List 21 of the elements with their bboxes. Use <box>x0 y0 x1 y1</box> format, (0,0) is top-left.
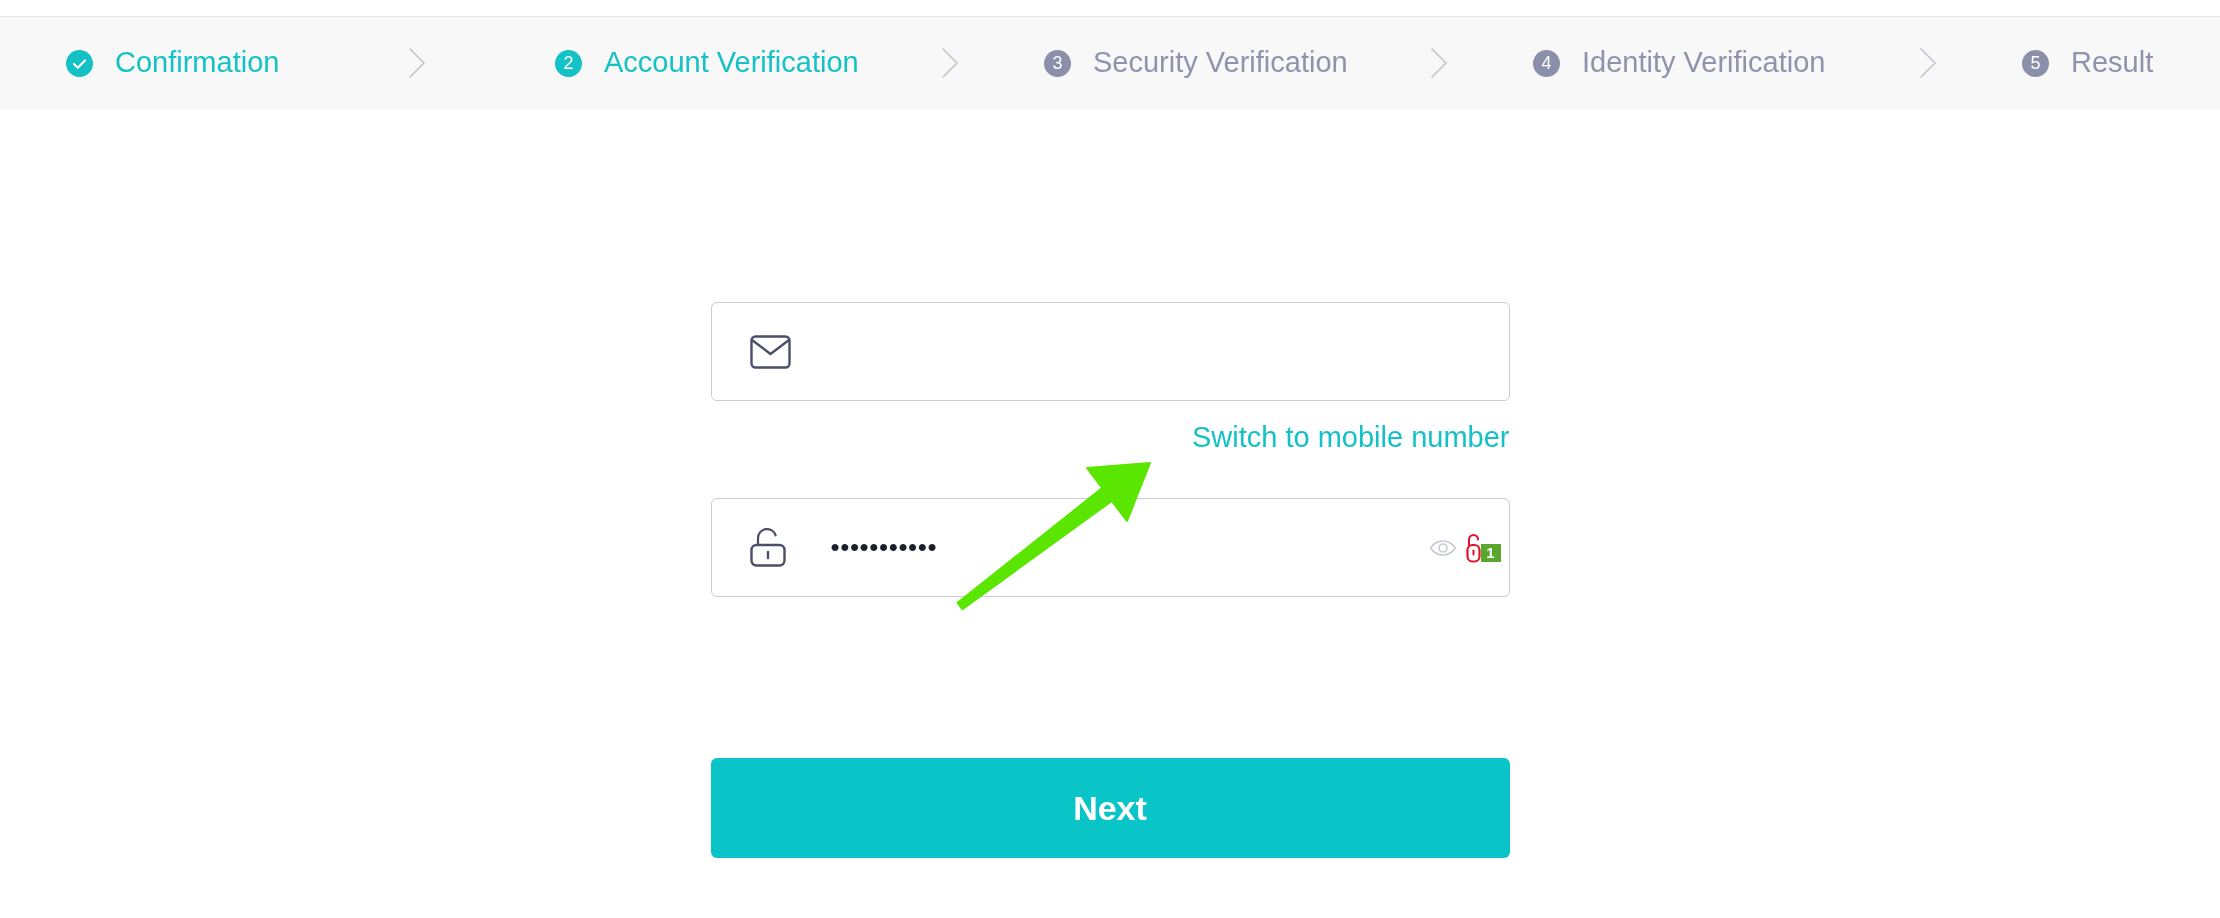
step-number: 2 <box>555 49 582 77</box>
step-number: 3 <box>1044 49 1071 77</box>
step-title: Security Verification <box>1093 45 1348 81</box>
padlock-icon <box>749 528 786 567</box>
chevron-right-icon <box>1430 47 1448 79</box>
switch-link[interactable]: Switch to mobile number <box>1191 420 1510 454</box>
email-field[interactable] <box>710 302 1510 401</box>
step-title: Confirmation <box>115 45 280 81</box>
step-title: Identity Verification <box>1582 45 1826 81</box>
step-title: Result <box>2071 45 2154 81</box>
password-field[interactable]: ••••••••••• 1 <box>710 498 1510 597</box>
chevron-right-icon <box>941 47 959 79</box>
count-badge: 1 <box>1480 543 1501 562</box>
step-title: Account Verification <box>604 45 859 81</box>
step-number: 5 <box>2022 49 2049 77</box>
next-button[interactable]: Next <box>710 758 1510 858</box>
chevron-right-icon <box>1919 47 1937 79</box>
step-number: 4 <box>1533 49 1560 77</box>
small-padlock-icon[interactable] <box>1465 532 1481 563</box>
chevron-right-icon <box>408 47 426 79</box>
eye-icon[interactable] <box>1428 539 1457 556</box>
